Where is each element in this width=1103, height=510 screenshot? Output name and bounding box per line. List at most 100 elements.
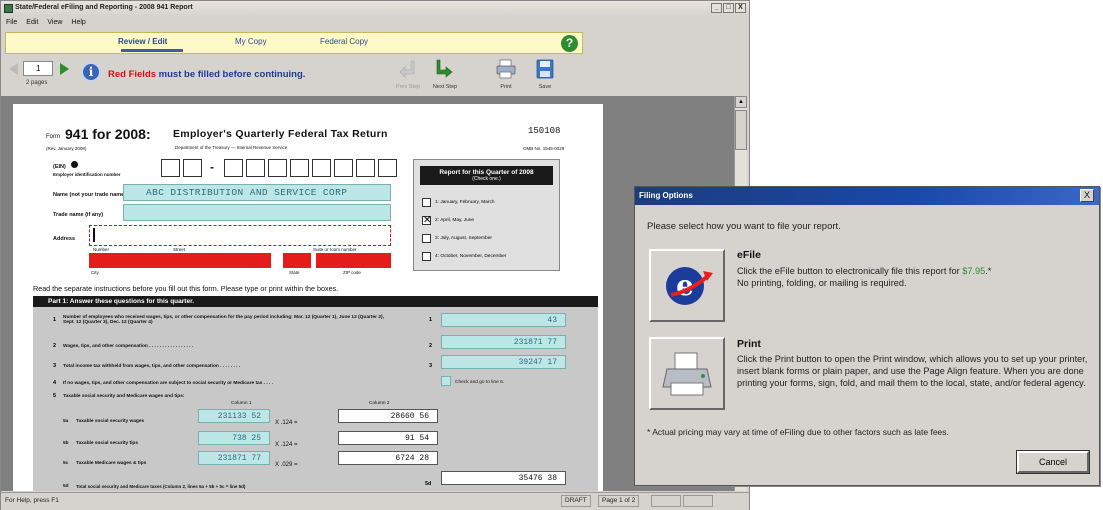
addr-street-label: Street	[173, 247, 186, 252]
state-field[interactable]	[283, 253, 311, 268]
ein-digit-box[interactable]	[246, 159, 265, 177]
column-2-label: Column 2	[369, 401, 390, 406]
quarter-checkbox[interactable]	[422, 198, 431, 207]
line-5a-col1[interactable]: 231133 52	[198, 409, 270, 423]
omb-number: OMB No. 1545-0029	[523, 146, 565, 151]
zip-label: ZIP code	[343, 270, 361, 275]
pricing-note: * Actual pricing may vary at time of eFi…	[647, 427, 949, 437]
line-4-text: If no wages, tips, and other compensatio…	[63, 381, 274, 386]
red-fields-text: Red Fields	[108, 69, 157, 80]
name-field[interactable]: ABC DISTRIBUTION AND SERVICE CORP	[123, 184, 391, 201]
maximize-button[interactable]: □	[723, 3, 734, 13]
quarter-box: Report for this Quarter of 2008 (Check on…	[413, 159, 560, 271]
quarter-option-label: 1: January, February, March	[435, 200, 495, 205]
line-5d-num: 5d	[63, 484, 69, 489]
line-2-text: Wages, tips, and other compensation . . …	[63, 344, 194, 349]
help-icon[interactable]: ?	[561, 35, 578, 52]
ein-digit-box[interactable]	[268, 159, 287, 177]
quarter-checkbox[interactable]	[422, 234, 431, 243]
minimize-button[interactable]: _	[711, 3, 722, 13]
prev-step-label: Prev Step	[395, 84, 421, 90]
tab-my-copy[interactable]: My Copy	[235, 37, 267, 46]
line-5b-text: Taxable social security tips	[76, 441, 139, 446]
line-5c-text: Taxable Medicare wages & tips	[76, 461, 147, 466]
ein-digit-box[interactable]	[290, 159, 309, 177]
quarter-option-1[interactable]: 1: January, February, March	[422, 198, 495, 207]
menu-help[interactable]: Help	[71, 19, 85, 29]
ein-digit-box[interactable]	[161, 159, 180, 177]
line-4-checkbox[interactable]	[441, 376, 451, 386]
scroll-thumb[interactable]	[735, 110, 747, 150]
menu-file[interactable]: File	[6, 19, 17, 29]
tab-review-edit[interactable]: Review / Edit	[118, 37, 167, 46]
line-5b-col1[interactable]: 738 25	[198, 431, 270, 445]
ein-digit-box[interactable]	[334, 159, 353, 177]
app-icon	[4, 4, 13, 13]
line-5c-mult: X .029 =	[275, 462, 298, 468]
quarter-option-3[interactable]: 3: July, August, September	[422, 234, 492, 243]
status-bar: For Help, press F1 DRAFT Page 1 of 2	[1, 492, 749, 510]
cancel-button[interactable]: Cancel	[1016, 450, 1090, 474]
print-toolbar-button[interactable]: Print	[486, 58, 526, 90]
ein-digit-box[interactable]	[356, 159, 375, 177]
city-label: City	[91, 270, 99, 275]
status-draft: DRAFT	[561, 495, 591, 507]
zip-field[interactable]	[316, 253, 391, 268]
trade-name-field[interactable]	[123, 204, 391, 221]
address-field-focused[interactable]	[89, 225, 391, 246]
quarter-option-label: 2: April, May, June	[435, 218, 475, 223]
line-5b-mult: X .124 =	[275, 442, 298, 448]
line-5d-box: 5d	[425, 481, 432, 487]
save-label: Save	[538, 84, 552, 90]
menu-edit[interactable]: Edit	[26, 19, 38, 29]
page-number-input[interactable]: 1	[23, 61, 53, 76]
line-num: 4	[53, 380, 57, 386]
ein-digit-box[interactable]	[183, 159, 202, 177]
printer-icon	[496, 59, 516, 79]
form-941-page: Form 941 for 2008: Employer's Quarterly …	[13, 104, 603, 491]
ein-digit-box[interactable]	[378, 159, 397, 177]
tab-federal-copy[interactable]: Federal Copy	[320, 37, 368, 46]
line-5-text: Taxable social security and Medicare wag…	[63, 394, 185, 399]
nav-row: 1 2 pages i Red Fields must be filled be…	[1, 56, 749, 94]
ein-digit-box[interactable]	[224, 159, 243, 177]
prev-page-arrow-icon[interactable]	[9, 63, 18, 75]
next-step-button[interactable]: Next Step	[425, 58, 465, 90]
city-field[interactable]	[89, 253, 271, 268]
line-num: 3	[53, 363, 57, 369]
quarter-option-label: 4: October, November, December	[435, 254, 507, 259]
scroll-up-icon[interactable]: ▲	[735, 96, 747, 108]
ein-digit-box[interactable]	[312, 159, 331, 177]
print-label: Print	[500, 84, 512, 90]
close-window-button[interactable]: X	[735, 3, 746, 13]
info-icon: i	[81, 62, 101, 82]
efile-desc-line2: No printing, folding, or mailing is requ…	[737, 278, 907, 288]
prev-step-button[interactable]: Prev Step	[388, 58, 428, 90]
quarter-checkbox-checked[interactable]: ✕	[422, 216, 431, 226]
print-button[interactable]	[649, 337, 725, 410]
quarter-option-2[interactable]: ✕ 2: April, May, June	[422, 216, 475, 226]
line-1-value[interactable]: 43	[441, 313, 566, 327]
line-2-value[interactable]: 231871 77	[441, 335, 566, 349]
state-label: State	[289, 270, 300, 275]
line-3-value[interactable]: 39247 17	[441, 355, 566, 369]
address-label: Address	[53, 236, 76, 242]
line-5c-col1[interactable]: 231871 77	[198, 451, 270, 465]
dialog-title: Filing Options	[639, 191, 693, 200]
quarter-option-4[interactable]: 4: October, November, December	[422, 252, 506, 261]
menu-view[interactable]: View	[47, 19, 62, 29]
addr-suite-label: Suite or room number	[313, 247, 357, 252]
line-box-num: 1	[429, 317, 433, 323]
save-toolbar-button[interactable]: Save	[525, 58, 565, 90]
next-page-arrow-icon[interactable]	[60, 63, 69, 75]
page-count-label: 2 pages	[26, 80, 48, 86]
message-rest-text: must be filled before continuing.	[156, 69, 306, 80]
form-revision: (Rev. January 2008)	[46, 146, 87, 151]
quarter-checkbox[interactable]	[422, 252, 431, 261]
line-5c-num: 5c	[63, 461, 69, 466]
text-cursor	[93, 228, 95, 242]
line-5a-mult: X .124 =	[275, 420, 298, 426]
dialog-close-button[interactable]: X	[1080, 189, 1094, 202]
efile-button[interactable]: e	[649, 249, 725, 322]
addr-number-label: Number	[93, 247, 110, 252]
